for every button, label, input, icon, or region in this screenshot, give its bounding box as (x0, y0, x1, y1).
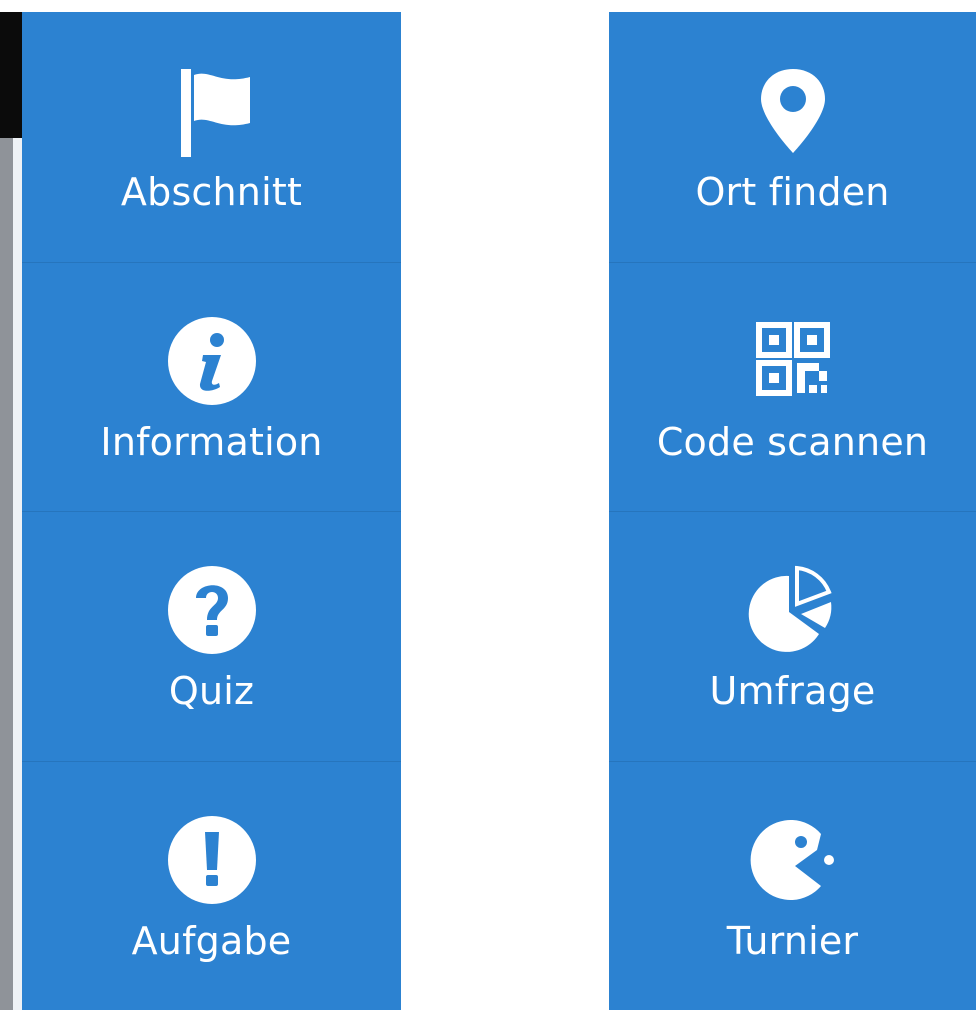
tile-ort-finden[interactable]: Ort finden (609, 12, 976, 262)
tile-label-turnier: Turnier (726, 918, 859, 963)
question-circle-icon (162, 562, 262, 658)
page: Abschnitt Information Quiz Aufgabe Ort f… (0, 0, 976, 1010)
tile-label-information: Information (100, 419, 323, 464)
element-column-left: Abschnitt Information Quiz Aufgabe (22, 12, 401, 1010)
qr-code-icon (743, 313, 843, 409)
tile-information[interactable]: Information (22, 261, 401, 512)
tile-umfrage[interactable]: Umfrage (609, 511, 976, 761)
info-circle-icon (162, 313, 262, 409)
tile-label-ort-finden: Ort finden (695, 169, 890, 214)
pie-chart-icon (743, 562, 843, 658)
tile-label-abschnitt: Abschnitt (120, 169, 303, 214)
tile-aufgabe[interactable]: Aufgabe (22, 760, 401, 1010)
tile-turnier[interactable]: Turnier (609, 760, 976, 1010)
tile-code-scannen[interactable]: Code scannen (609, 261, 976, 512)
exclamation-circle-icon (162, 812, 262, 908)
map-marker-icon (743, 63, 843, 159)
element-column-right: Ort finden Code scannen Umfrage Turnier (609, 12, 976, 1010)
tile-abschnitt[interactable]: Abschnitt (22, 12, 401, 262)
flag-icon (162, 63, 262, 159)
pacman-icon (743, 812, 843, 908)
tile-label-quiz: Quiz (168, 669, 255, 714)
left-edge-strip-grey (0, 138, 22, 1010)
tile-label-umfrage: Umfrage (709, 669, 876, 714)
tile-label-code-scannen: Code scannen (656, 419, 929, 464)
tile-label-aufgabe: Aufgabe (131, 918, 292, 963)
left-edge-strip-dark (0, 12, 22, 138)
tile-quiz[interactable]: Quiz (22, 511, 401, 761)
